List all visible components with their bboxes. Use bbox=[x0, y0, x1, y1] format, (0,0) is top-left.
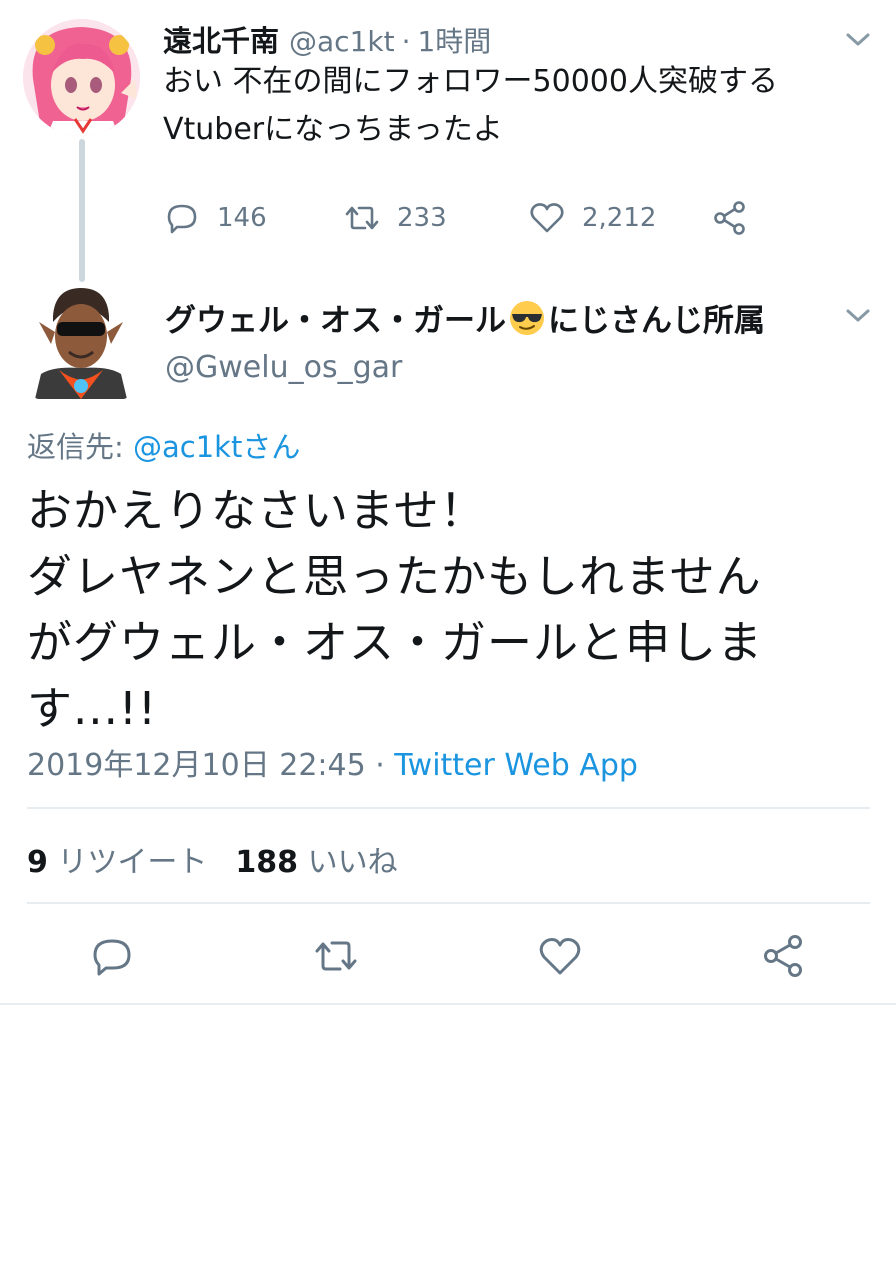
tweet-meta: 2019年12月10日 22:45 · Twitter Web App bbox=[27, 740, 638, 784]
tweet-source-link[interactable]: Twitter Web App bbox=[394, 748, 638, 783]
author-display-name[interactable]: グウェル・オス・ガール にじさんじ所属 bbox=[165, 295, 765, 340]
reply-bubble-icon bbox=[93, 939, 131, 976]
parent-reply-count: 146 bbox=[217, 203, 267, 233]
author-name-affiliation: にじさんじ所属 bbox=[548, 303, 765, 339]
parent-retweet-button[interactable]: 233 bbox=[343, 196, 447, 240]
like-button[interactable] bbox=[536, 932, 584, 980]
meta-separator: · bbox=[365, 748, 395, 783]
main-action-bar bbox=[0, 932, 896, 980]
parent-reply-button[interactable]: 146 bbox=[163, 196, 267, 240]
heart-icon bbox=[530, 203, 564, 233]
engagement-stats: 9 リツイート 188 いいね bbox=[27, 837, 398, 881]
main-tweet-text: おかえりなさいませ！ ダレヤネンと思ったかもしれません がグウェル・オス・ガール… bbox=[27, 478, 857, 742]
reply-prefix: 返信先: bbox=[27, 430, 133, 464]
reply-mention-link[interactable]: @ac1ktさん bbox=[133, 430, 300, 464]
chevron-down-icon[interactable] bbox=[843, 30, 873, 50]
parent-handle[interactable]: @ac1kt bbox=[289, 25, 395, 58]
parent-text-line: おい 不在の間にフォロワー50000人突破する bbox=[163, 64, 778, 99]
tweet-timestamp[interactable]: 2019年12月10日 22:45 bbox=[27, 748, 366, 783]
reply-button[interactable] bbox=[88, 932, 136, 980]
share-button[interactable] bbox=[760, 932, 808, 980]
retweet-arrows-icon bbox=[315, 941, 357, 971]
tweet-text-line: す...!! bbox=[27, 682, 157, 735]
parent-text-line: Vtuberになっちまったよ bbox=[163, 112, 503, 147]
divider bbox=[27, 902, 870, 904]
tweet-text-line: おかえりなさいませ！ bbox=[27, 484, 486, 537]
header-separator: · bbox=[401, 25, 411, 58]
retweets-stat[interactable]: 9 リツイート bbox=[27, 845, 207, 880]
parent-retweet-count: 233 bbox=[397, 203, 447, 233]
share-icon bbox=[764, 935, 802, 977]
parent-display-name[interactable]: 遠北千南 bbox=[163, 18, 279, 60]
likes-number: 188 bbox=[235, 845, 299, 880]
retweets-label: リツイート bbox=[47, 845, 208, 880]
replying-to: 返信先: @ac1ktさん bbox=[27, 424, 300, 466]
author-name-part: グウェル・オス・ガール bbox=[165, 303, 506, 339]
retweet-arrows-icon bbox=[345, 206, 379, 230]
likes-stat[interactable]: 188 いいね bbox=[235, 845, 397, 880]
parent-like-button[interactable]: 2,212 bbox=[528, 196, 656, 240]
reply-bubble-icon bbox=[167, 204, 197, 234]
parent-share-button[interactable] bbox=[711, 196, 749, 240]
tweet-text-line: ダレヤネンと思ったかもしれません bbox=[27, 550, 762, 603]
author-handle[interactable]: @Gwelu_os_gar bbox=[165, 350, 402, 385]
sunglasses-emoji-icon bbox=[510, 300, 544, 335]
parent-avatar[interactable] bbox=[23, 19, 140, 136]
retweet-button[interactable] bbox=[312, 932, 360, 980]
parent-like-count: 2,212 bbox=[582, 203, 657, 233]
divider bbox=[27, 807, 870, 809]
heart-icon bbox=[539, 938, 581, 975]
divider bbox=[0, 1003, 896, 1005]
retweets-number: 9 bbox=[27, 845, 48, 880]
parent-time[interactable]: 1時間 bbox=[417, 20, 491, 60]
tweet-detail-page: 遠北千南 @ac1kt · 1時間 おい 不在の間にフォロワー50000人突破す… bbox=[0, 0, 896, 1280]
share-icon bbox=[714, 201, 745, 235]
likes-label: いいね bbox=[298, 845, 398, 880]
thread-connector-line bbox=[79, 139, 85, 282]
parent-tweet-text: おい 不在の間にフォロワー50000人突破する Vtuberになっちまったよ bbox=[163, 58, 863, 154]
chevron-down-icon[interactable] bbox=[843, 306, 873, 326]
author-avatar[interactable] bbox=[33, 282, 129, 399]
tweet-text-line: がグウェル・オス・ガールと申しま bbox=[27, 616, 764, 669]
parent-tweet-header: 遠北千南 @ac1kt · 1時間 bbox=[163, 18, 491, 60]
